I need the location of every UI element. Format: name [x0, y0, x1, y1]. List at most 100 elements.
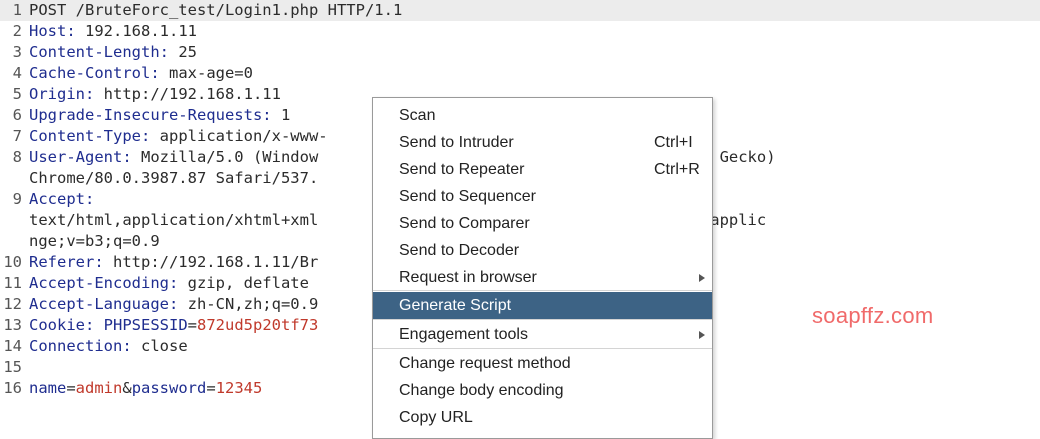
menu-item-request-in-browser[interactable]: Request in browser	[373, 264, 712, 291]
line-text: Cache-Control: max-age=0	[29, 63, 253, 84]
menu-item-send-to-comparer[interactable]: Send to Comparer	[373, 210, 712, 237]
menu-item-label: Send to Decoder	[399, 242, 520, 259]
menu-item-label: Send to Sequencer	[399, 188, 536, 205]
line-text: POST /BruteForc_test/Login1.php HTTP/1.1	[29, 0, 402, 21]
token: POST /BruteForc_test/Login1.php HTTP/1.1	[29, 1, 403, 19]
menu-separator	[373, 348, 712, 349]
token: Connection:	[29, 337, 132, 355]
line-text: Origin: http://192.168.1.11	[29, 84, 281, 105]
line-number: 7	[12, 127, 22, 145]
token: admin	[75, 379, 123, 397]
editor-line[interactable]: 1 POST /BruteForc_test/Login1.php HTTP/1.…	[0, 0, 1040, 21]
token: 1	[271, 106, 291, 124]
token: Mozilla/5.0 (Window	[131, 148, 319, 166]
menu-item-label: Change body encoding	[399, 382, 564, 399]
menu-item-label: Request in browser	[399, 269, 537, 286]
menu-item-label: Change request method	[399, 355, 571, 372]
menu-item-label: Send to Intruder	[399, 134, 514, 151]
token: 872ud5p20tf73	[197, 316, 319, 334]
line-text: Upgrade-Insecure-Requests: 1	[29, 105, 290, 126]
token: Content-Type:	[29, 127, 151, 145]
token: =	[66, 379, 76, 397]
line-text: Referer: http://192.168.1.11/Br	[29, 252, 318, 273]
menu-item-label: Engagement tools	[399, 326, 528, 343]
menu-item-change-body-encoding[interactable]: Change body encoding	[373, 377, 712, 404]
menu-item-engagement-tools[interactable]: Engagement tools	[373, 321, 712, 348]
token: Referer:	[29, 253, 104, 271]
token: PHPSESSID	[103, 316, 188, 334]
line-number: 4	[12, 64, 22, 82]
menu-item-copy-url[interactable]: Copy URL	[373, 404, 712, 431]
line-text: nge;v=b3;q=0.9	[29, 231, 160, 252]
line-text: Accept:	[29, 189, 94, 210]
menu-item-label: Send to Comparer	[399, 215, 530, 232]
token: application/x-www-	[150, 127, 328, 145]
token: max-age=0	[159, 64, 253, 82]
token: User-Agent:	[29, 148, 132, 166]
menu-item-send-to-decoder[interactable]: Send to Decoder	[373, 237, 712, 264]
line-text: Host: 192.168.1.11	[29, 21, 197, 42]
line-number: 3	[12, 43, 22, 61]
line-text: Connection: close	[29, 336, 188, 357]
token: password	[131, 379, 207, 397]
token: http://192.168.1.11	[94, 85, 281, 103]
token: 12345	[215, 379, 263, 397]
line-text: Accept-Encoding: gzip, deflate	[29, 273, 309, 294]
token: Upgrade-Insecure-Requests:	[29, 106, 272, 124]
line-number: 1	[12, 1, 22, 19]
token: 192.168.1.11	[75, 22, 197, 40]
menu-item-label: Generate Script	[399, 297, 512, 314]
submenu-arrow-icon	[699, 274, 705, 282]
watermark: soapffz.com	[812, 303, 934, 328]
menu-item-send-to-intruder[interactable]: Send to Intruder Ctrl+I	[373, 129, 712, 156]
token: &	[122, 379, 132, 397]
line-number: 16	[3, 379, 22, 397]
token: close	[131, 337, 188, 355]
menu-item-generate-script[interactable]: Generate Script	[373, 292, 712, 319]
token: http://192.168.1.11/Br	[103, 253, 319, 271]
line-number: 9	[12, 190, 22, 208]
line-text: name=admin&password=12345	[29, 378, 262, 399]
token: Accept-Language:	[29, 295, 179, 313]
token: gzip, deflate	[178, 274, 309, 292]
token: Content-Length:	[29, 43, 169, 61]
token: Accept-Encoding:	[29, 274, 179, 292]
menu-item-shortcut: Ctrl+R	[654, 161, 700, 178]
line-number: 11	[3, 274, 22, 292]
menu-item-scan[interactable]: Scan	[373, 102, 712, 129]
menu-item-change-request-method[interactable]: Change request method	[373, 350, 712, 377]
line-number: 2	[12, 22, 22, 40]
menu-item-shortcut: Ctrl+I	[654, 134, 693, 151]
submenu-arrow-icon	[699, 331, 705, 339]
token: Host:	[29, 22, 76, 40]
menu-item-label: Scan	[399, 107, 436, 124]
menu-item-send-to-repeater[interactable]: Send to Repeater Ctrl+R	[373, 156, 712, 183]
line-number: 12	[3, 295, 22, 313]
line-text: Content-Length: 25	[29, 42, 197, 63]
context-menu: Scan Send to Intruder Ctrl+I Send to Repeat…	[372, 97, 713, 439]
token: =	[187, 316, 198, 334]
token: Cache-Control:	[29, 64, 160, 82]
token: 25	[168, 43, 197, 61]
token: zh-CN,zh;q=0.9	[178, 295, 319, 313]
line-number: 5	[12, 85, 22, 103]
token: name	[29, 379, 67, 397]
menu-item-label: Copy URL	[399, 409, 473, 426]
token: nge;v=b3;q=0.9	[29, 232, 160, 250]
menu-separator	[373, 319, 712, 320]
line-text: Content-Type: application/x-www-	[29, 126, 328, 147]
menu-item-send-to-sequencer[interactable]: Send to Sequencer	[373, 183, 712, 210]
token: Chrome/80.0.3987.87 Safari/537.	[29, 169, 319, 187]
line-number: 15	[3, 358, 22, 376]
token: Origin:	[29, 85, 95, 103]
line-text: Chrome/80.0.3987.87 Safari/537.	[29, 168, 318, 189]
line-number: 14	[3, 337, 22, 355]
line-text: Cookie: PHPSESSID=872ud5p20tf73	[29, 315, 318, 336]
token: Accept:	[29, 190, 95, 208]
menu-item-label: Send to Repeater	[399, 161, 525, 178]
token: Cookie:	[29, 316, 95, 334]
line-number: 6	[12, 106, 22, 124]
line-number: 13	[3, 316, 22, 334]
line-number: 10	[3, 253, 22, 271]
